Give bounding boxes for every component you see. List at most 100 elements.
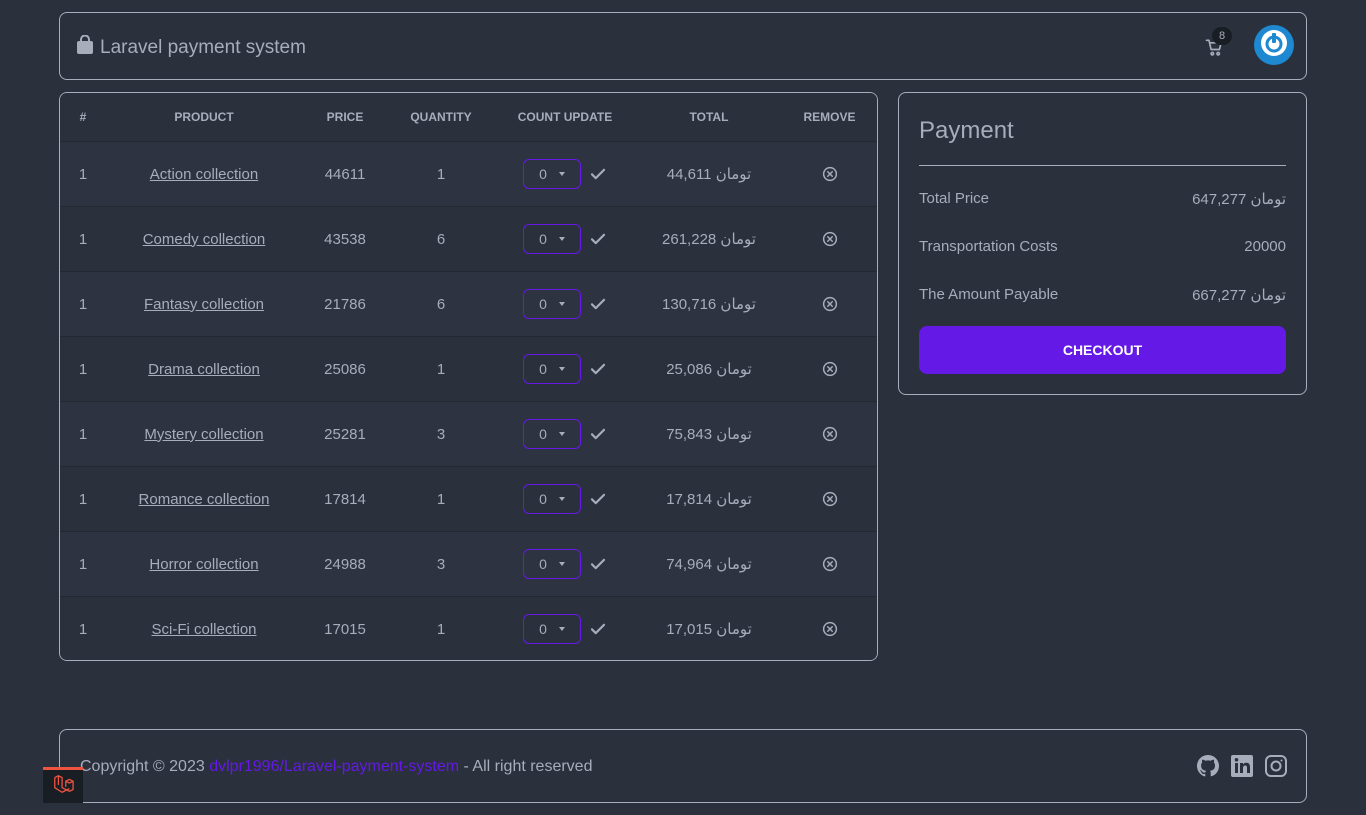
total: 25,086 تومان [636, 336, 782, 402]
payable-value: 667,277 تومان [1192, 287, 1286, 304]
remove-cell [782, 271, 877, 337]
remove-cell [782, 596, 877, 660]
brand[interactable]: Laravel payment system [76, 34, 306, 61]
count-select[interactable]: 0 [523, 224, 581, 254]
table-row: 1 Romance collection 17814 1 0 17,814 تومان [60, 466, 877, 532]
check-icon[interactable] [589, 490, 607, 508]
count-update: 0 [494, 207, 636, 271]
table-header-row: # PRODUCT PRICE QUANTITY COUNT UPDATE TO… [60, 93, 877, 142]
product-link[interactable]: Sci-Fi collection [151, 621, 256, 638]
count-update: 0 [494, 402, 636, 466]
remove-icon[interactable] [782, 620, 877, 638]
product-link-cell: Comedy collection [106, 206, 302, 272]
product-link[interactable]: Romance collection [139, 491, 270, 508]
remove-icon[interactable] [782, 555, 877, 573]
header-quantity: QUANTITY [388, 93, 494, 142]
total: 75,843 تومان [636, 401, 782, 467]
total: 130,716 تومان [636, 271, 782, 337]
laravel-logo-icon [52, 773, 74, 800]
shopping-bag-icon [76, 34, 94, 61]
check-icon[interactable] [589, 425, 607, 443]
github-icon[interactable] [1196, 754, 1220, 778]
product-link[interactable]: Fantasy collection [144, 296, 264, 313]
product-link-cell: Sci-Fi collection [106, 596, 302, 660]
check-icon[interactable] [589, 360, 607, 378]
total-price-value: 647,277 تومان [1192, 191, 1286, 208]
header-price: PRICE [302, 93, 388, 142]
row-number: 1 [60, 466, 106, 532]
remove-icon[interactable] [782, 490, 877, 508]
avatar[interactable] [1254, 25, 1294, 65]
price: 24988 [302, 531, 388, 597]
row-number: 1 [60, 596, 106, 660]
row-number: 1 [60, 141, 106, 207]
check-icon[interactable] [589, 295, 607, 313]
remove-icon[interactable] [782, 230, 877, 248]
quantity: 6 [388, 206, 494, 272]
count-select[interactable]: 0 [523, 419, 581, 449]
remove-cell [782, 206, 877, 272]
transport-label: Transportation Costs [919, 238, 1058, 255]
product-link-cell: Drama collection [106, 336, 302, 402]
linkedin-icon[interactable] [1230, 754, 1254, 778]
count-update-cell: 0 [494, 271, 636, 337]
quantity: 1 [388, 141, 494, 207]
check-icon[interactable] [589, 620, 607, 638]
copyright-prefix: Copyright © 2023 [80, 758, 210, 775]
chevron-down-icon [558, 497, 565, 501]
laravel-debugbar-button[interactable] [43, 767, 83, 803]
total: 17,015 تومان [636, 596, 782, 660]
total: 261,228 تومان [636, 206, 782, 272]
count-value: 0 [539, 556, 547, 572]
remove-icon[interactable] [782, 165, 877, 183]
checkout-button[interactable]: CHECKOUT [919, 326, 1286, 374]
count-value: 0 [539, 621, 547, 637]
remove-icon[interactable] [782, 425, 877, 443]
check-icon[interactable] [589, 230, 607, 248]
chevron-down-icon [558, 302, 565, 306]
payable-row: The Amount Payable 667,277 تومان [919, 286, 1286, 304]
count-update: 0 [494, 337, 636, 401]
payable-label: The Amount Payable [919, 286, 1059, 303]
price: 44611 [302, 141, 388, 207]
count-update-cell: 0 [494, 336, 636, 402]
header-remove: REMOVE [782, 93, 877, 142]
check-icon[interactable] [589, 555, 607, 573]
product-link[interactable]: Mystery collection [144, 426, 263, 443]
count-select[interactable]: 0 [523, 614, 581, 644]
product-link-cell: Mystery collection [106, 401, 302, 467]
count-select[interactable]: 0 [523, 354, 581, 384]
table-row: 1 Fantasy collection 21786 6 0 130,716 تومان [60, 271, 877, 337]
product-link-cell: Horror collection [106, 531, 302, 597]
count-update-cell: 0 [494, 466, 636, 532]
count-select[interactable]: 0 [523, 289, 581, 319]
repo-link[interactable]: dvlpr1996/Laravel-payment-system [209, 758, 459, 775]
product-link[interactable]: Comedy collection [143, 231, 266, 248]
quantity: 3 [388, 531, 494, 597]
chevron-down-icon [558, 172, 565, 176]
chevron-down-icon [558, 627, 565, 631]
count-update-cell: 0 [494, 401, 636, 467]
cart-table-card: # PRODUCT PRICE QUANTITY COUNT UPDATE TO… [59, 92, 878, 661]
product-link[interactable]: Drama collection [148, 361, 260, 378]
count-select[interactable]: 0 [523, 159, 581, 189]
count-select[interactable]: 0 [523, 549, 581, 579]
product-link[interactable]: Horror collection [149, 556, 258, 573]
total: 17,814 تومان [636, 466, 782, 532]
quantity: 6 [388, 271, 494, 337]
remove-icon[interactable] [782, 360, 877, 378]
quantity: 1 [388, 336, 494, 402]
count-update-cell: 0 [494, 596, 636, 660]
product-link[interactable]: Action collection [150, 166, 258, 183]
remove-icon[interactable] [782, 295, 877, 313]
count-select[interactable]: 0 [523, 484, 581, 514]
chevron-down-icon [558, 562, 565, 566]
count-update: 0 [494, 597, 636, 660]
count-update: 0 [494, 142, 636, 206]
table-row: 1 Drama collection 25086 1 0 25,086 تومان [60, 336, 877, 402]
check-icon[interactable] [589, 165, 607, 183]
count-update: 0 [494, 272, 636, 336]
table-row: 1 Action collection 44611 1 0 44,611 تومان [60, 141, 877, 207]
instagram-icon[interactable] [1264, 754, 1288, 778]
count-update-cell: 0 [494, 531, 636, 597]
